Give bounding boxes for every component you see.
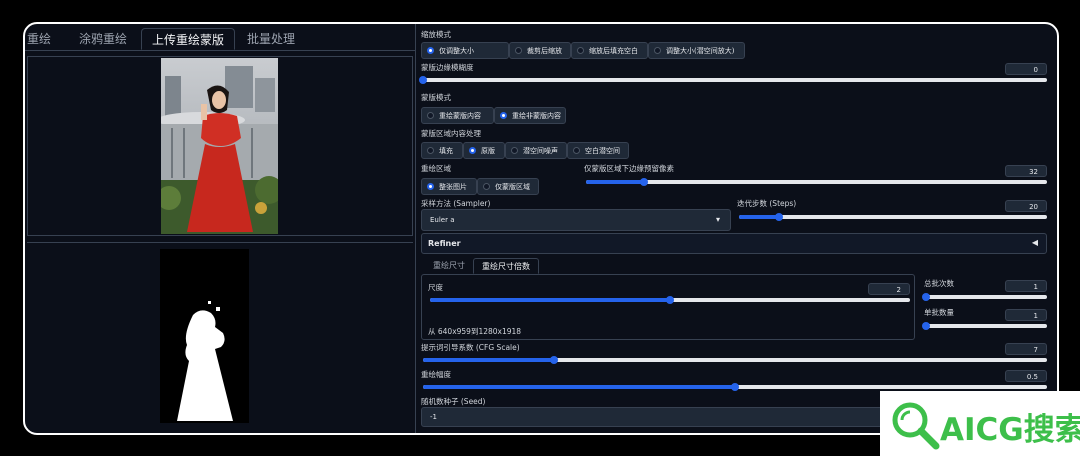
padding-slider[interactable] <box>586 178 1047 186</box>
slider-thumb[interactable] <box>419 76 427 84</box>
batch-count-value[interactable]: 1 <box>1005 280 1047 292</box>
scale-slider[interactable] <box>430 296 910 304</box>
cfg-value[interactable]: 7 <box>1005 343 1047 355</box>
padding-label: 仅蒙版区域下边缘预留像素 <box>584 164 674 173</box>
slider-thumb[interactable] <box>666 296 674 304</box>
settings-panel: 缩放模式 仅调整大小 裁剪后缩放 缩放后填充空白 调整大小(潜空间放大) 蒙版边… <box>419 24 1055 433</box>
mask-mode-option-not-masked[interactable]: 重绘非蒙版内容 <box>494 107 566 124</box>
photo-image <box>161 58 278 234</box>
radio-icon <box>515 47 522 54</box>
resize-mode-label: 缩放模式 <box>421 30 451 39</box>
tab-sketch[interactable]: 涂鸦重绘 <box>69 28 137 50</box>
scale-value[interactable]: 2 <box>868 283 910 295</box>
steps-slider[interactable] <box>739 213 1047 221</box>
collapse-arrow-icon: ◀ <box>1031 238 1038 247</box>
mask-image-panel[interactable] <box>27 246 413 431</box>
slider-thumb[interactable] <box>731 383 739 391</box>
tab-bar: 重绘 涂鸦重绘 上传重绘蒙版 批量处理 <box>25 24 415 51</box>
radio-icon <box>654 47 661 54</box>
refiner-accordion[interactable]: Refiner ◀ <box>421 233 1047 254</box>
radio-selected-icon <box>500 112 507 119</box>
magnifier-logo-icon <box>892 402 940 450</box>
masked-content-option-original[interactable]: 原版 <box>463 142 505 159</box>
seed-label: 随机数种子 (Seed) <box>421 397 486 406</box>
mask-blur-label: 蒙版边缘模糊度 <box>421 63 474 72</box>
radio-icon <box>427 147 434 154</box>
inpaint-area-option-masked[interactable]: 仅蒙版区域 <box>477 178 539 195</box>
masked-content-option-latent-noise[interactable]: 潜空间噪声 <box>505 142 567 159</box>
radio-selected-icon <box>427 183 434 190</box>
batch-size-value[interactable]: 1 <box>1005 309 1047 321</box>
sampler-label: 采样方法 (Sampler) <box>421 199 491 208</box>
padding-value[interactable]: 32 <box>1005 165 1047 177</box>
mask-image <box>160 249 249 423</box>
resize-option-crop[interactable]: 裁剪后缩放 <box>509 42 571 59</box>
denoise-slider[interactable] <box>423 383 1047 391</box>
slider-thumb[interactable] <box>775 213 784 221</box>
radio-selected-icon <box>469 147 476 154</box>
slider-thumb[interactable] <box>550 356 559 364</box>
cfg-label: 提示词引导系数 (CFG Scale) <box>421 343 520 352</box>
resize-by-panel: 尺度 2 从 640x959到1280x1918 <box>421 274 915 340</box>
inpaint-area-option-whole[interactable]: 整张图片 <box>421 178 477 195</box>
resize-option-latent[interactable]: 调整大小(潜空间放大) <box>648 42 745 59</box>
radio-icon <box>511 147 518 154</box>
chevron-down-icon: ▾ <box>715 215 720 224</box>
mask-mode-option-masked[interactable]: 重绘蒙版内容 <box>421 107 494 124</box>
slider-thumb[interactable] <box>922 322 930 330</box>
tab-resize-to[interactable]: 重绘尺寸 <box>425 258 473 274</box>
masked-content-label: 蒙版区域内容处理 <box>421 129 481 138</box>
batch-count-label: 总批次数 <box>924 279 954 288</box>
batch-size-slider[interactable] <box>922 322 1047 330</box>
resize-option-just-resize[interactable]: 仅调整大小 <box>421 42 509 59</box>
cfg-slider[interactable] <box>423 356 1047 364</box>
tab-batch[interactable]: 批量处理 <box>237 28 305 50</box>
radio-icon <box>483 183 490 190</box>
tab-resize-by[interactable]: 重绘尺寸倍数 <box>473 258 539 274</box>
source-image-panel[interactable] <box>27 56 413 236</box>
denoise-label: 重绘幅度 <box>421 370 451 379</box>
app-window: 重绘 涂鸦重绘 上传重绘蒙版 批量处理 缩放模式 仅调整大小 裁剪后缩放 缩放后… <box>23 22 1059 435</box>
resize-dimension-note: 从 640x959到1280x1918 <box>428 327 522 336</box>
tab-img2img[interactable]: 重绘 <box>25 28 61 50</box>
batch-count-slider[interactable] <box>922 293 1047 301</box>
refiner-label: Refiner <box>428 239 461 248</box>
steps-label: 迭代步数 (Steps) <box>737 199 797 208</box>
slider-thumb[interactable] <box>639 178 648 186</box>
tab-inpaint-upload[interactable]: 上传重绘蒙版 <box>141 28 236 50</box>
left-panel: 重绘 涂鸦重绘 上传重绘蒙版 批量处理 <box>25 24 415 433</box>
mask-mode-label: 蒙版模式 <box>421 93 451 102</box>
denoise-value[interactable]: 0.5 <box>1005 370 1047 382</box>
radio-icon <box>427 112 434 119</box>
watermark-logo: AICG搜索 <box>880 391 1080 456</box>
divider <box>27 242 413 243</box>
sampler-select[interactable]: Euler a ▾ <box>421 209 731 231</box>
mask-blur-slider[interactable] <box>419 76 1047 84</box>
batch-size-label: 单批数量 <box>924 308 954 317</box>
steps-value[interactable]: 20 <box>1005 200 1047 212</box>
mask-blur-value[interactable]: 0 <box>1005 63 1047 75</box>
radio-icon <box>577 47 584 54</box>
panel-divider <box>415 24 416 433</box>
slider-thumb[interactable] <box>922 293 930 301</box>
radio-selected-icon <box>427 47 434 54</box>
masked-content-option-latent-nothing[interactable]: 空白潜空间 <box>567 142 629 159</box>
seed-input[interactable]: -1 <box>421 407 891 427</box>
masked-content-option-fill[interactable]: 填充 <box>421 142 463 159</box>
radio-icon <box>573 147 580 154</box>
logo-text: AICG搜索 <box>940 412 1080 448</box>
scale-label: 尺度 <box>428 283 443 292</box>
resize-option-fill[interactable]: 缩放后填充空白 <box>571 42 648 59</box>
inpaint-area-label: 重绘区域 <box>421 164 451 173</box>
